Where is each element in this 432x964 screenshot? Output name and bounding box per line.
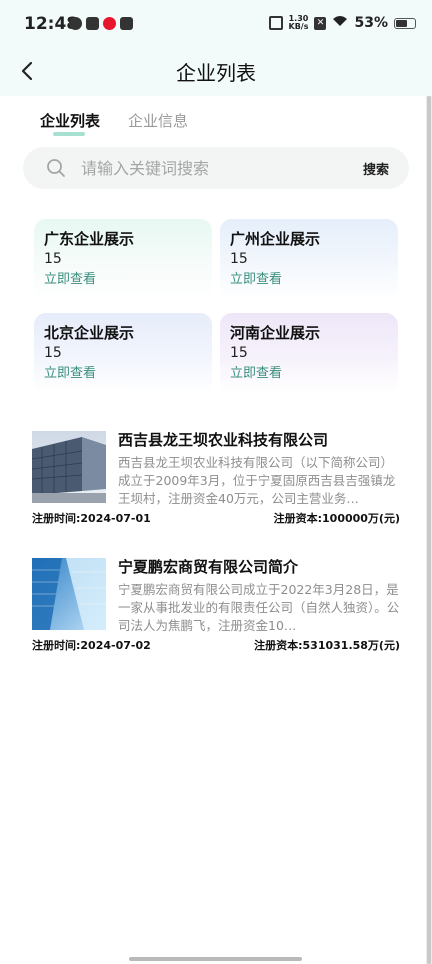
- view-now-link[interactable]: 立即查看: [230, 365, 388, 383]
- region-card-title: 北京企业展示: [44, 324, 135, 342]
- search-button[interactable]: 搜索: [363, 159, 389, 178]
- view-now-link[interactable]: 立即查看: [44, 365, 202, 383]
- region-card-beijing[interactable]: 北京企业展示 15 立即查看: [34, 313, 212, 393]
- registered-capital: 注册资本:100000万(元): [273, 512, 400, 525]
- home-indicator[interactable]: [129, 957, 302, 961]
- sim-off-icon: ✕: [314, 16, 327, 30]
- region-card-title: 广东企业展示: [44, 230, 135, 248]
- view-now-link[interactable]: 立即查看: [44, 271, 202, 289]
- company-description: 西吉县龙王坝农业科技有限公司（以下简称公司）成立于2009年3月，位于宁夏固原西…: [118, 455, 396, 506]
- tab-company-list[interactable]: 企业列表: [40, 110, 100, 131]
- scrollbar[interactable]: [426, 96, 432, 964]
- search-bar: 搜索: [23, 147, 409, 189]
- app-notification-icon: [69, 17, 82, 30]
- search-icon: [47, 159, 65, 177]
- system-icons: 1.30 KB/s ✕ 53%: [268, 15, 416, 31]
- app-notification-icon: [86, 17, 99, 30]
- page-title: 企业列表: [176, 61, 256, 85]
- region-card-count: 15: [230, 251, 248, 267]
- header: 企业列表: [0, 48, 432, 96]
- company-title: 宁夏鹏宏商贸有限公司简介: [118, 558, 299, 576]
- region-card-henan[interactable]: 河南企业展示 15 立即查看: [220, 313, 398, 393]
- message-icon: [120, 17, 133, 30]
- network-speed: 1.30 KB/s: [289, 15, 309, 31]
- company-list-item[interactable]: 西吉县龙王坝农业科技有限公司 西吉县龙王坝农业科技有限公司（以下简称公司）成立于…: [32, 428, 402, 552]
- tab-company-info[interactable]: 企业信息: [128, 110, 188, 131]
- active-tab-indicator: [53, 132, 85, 136]
- scrollbar-thumb[interactable]: [427, 96, 431, 964]
- company-thumbnail: [32, 431, 106, 503]
- status-bar: 12:48 1.30 KB/s ✕ 53%: [0, 0, 432, 48]
- registration-time: 注册时间:2024-07-02: [32, 639, 151, 652]
- region-card-guangdong[interactable]: 广东企业展示 15 立即查看: [34, 219, 212, 299]
- battery-percent: 53%: [354, 15, 388, 31]
- region-card-count: 15: [44, 345, 62, 361]
- search-input[interactable]: [81, 155, 341, 181]
- page: 12:48 1.30 KB/s ✕ 53% 企业列表 企业列表 企业信息 请输入…: [0, 0, 432, 964]
- region-card-guangzhou[interactable]: 广州企业展示 15 立即查看: [220, 219, 398, 299]
- wifi-icon: [332, 15, 348, 31]
- region-card-title: 河南企业展示: [230, 324, 321, 342]
- battery-icon: [394, 17, 416, 29]
- company-list-item[interactable]: 宁夏鹏宏商贸有限公司简介 宁夏鹏宏商贸有限公司成立于2022年3月28日，是一家…: [32, 555, 402, 679]
- network-speed-unit: KB/s: [288, 22, 309, 31]
- company-title: 西吉县龙王坝农业科技有限公司: [118, 431, 329, 449]
- company-description: 宁夏鹏宏商贸有限公司成立于2022年3月28日，是一家从事批发业的有限责任公司（…: [118, 582, 400, 633]
- registered-capital: 注册资本:531031.58万(元): [254, 639, 400, 652]
- region-card-title: 广州企业展示: [230, 230, 321, 248]
- vibrate-icon: [268, 16, 283, 30]
- tab-bar: 企业列表 企业信息: [40, 110, 188, 131]
- view-now-link[interactable]: 立即查看: [230, 271, 388, 289]
- registration-time: 注册时间:2024-07-01: [32, 512, 151, 525]
- region-card-count: 15: [44, 251, 62, 267]
- notification-icons: [69, 17, 133, 30]
- company-thumbnail: [32, 558, 106, 630]
- weibo-icon: [103, 17, 116, 30]
- region-card-count: 15: [230, 345, 248, 361]
